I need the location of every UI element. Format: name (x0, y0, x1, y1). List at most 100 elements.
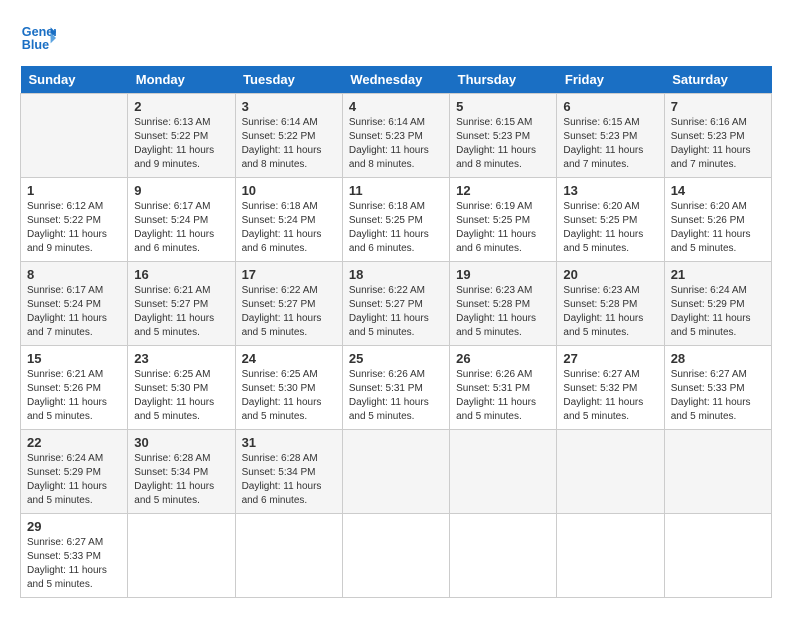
calendar-cell: 27 Sunrise: 6:27 AM Sunset: 5:32 PM Dayl… (557, 346, 664, 430)
day-number: 30 (134, 435, 228, 450)
calendar-cell (450, 430, 557, 514)
day-number: 19 (456, 267, 550, 282)
calendar-cell: 22 Sunrise: 6:24 AM Sunset: 5:29 PM Dayl… (21, 430, 128, 514)
day-info: Sunrise: 6:22 AM Sunset: 5:27 PM Dayligh… (349, 284, 443, 340)
calendar-cell: 3 Sunrise: 6:14 AM Sunset: 5:22 PM Dayli… (235, 94, 342, 178)
calendar-cell: 24 Sunrise: 6:25 AM Sunset: 5:30 PM Dayl… (235, 346, 342, 430)
day-number: 22 (27, 435, 121, 450)
calendar-cell (342, 430, 449, 514)
calendar-cell: 6 Sunrise: 6:15 AM Sunset: 5:23 PM Dayli… (557, 94, 664, 178)
day-number: 4 (349, 99, 443, 114)
day-info: Sunrise: 6:17 AM Sunset: 5:24 PM Dayligh… (134, 200, 228, 256)
day-number: 17 (242, 267, 336, 282)
calendar-cell: 11 Sunrise: 6:18 AM Sunset: 5:25 PM Dayl… (342, 178, 449, 262)
calendar-cell: 19 Sunrise: 6:23 AM Sunset: 5:28 PM Dayl… (450, 262, 557, 346)
day-info: Sunrise: 6:18 AM Sunset: 5:25 PM Dayligh… (349, 200, 443, 256)
calendar-week-row: 2 Sunrise: 6:13 AM Sunset: 5:22 PM Dayli… (21, 94, 772, 178)
logo: General Blue (20, 20, 60, 56)
calendar-cell: 26 Sunrise: 6:26 AM Sunset: 5:31 PM Dayl… (450, 346, 557, 430)
calendar-cell: 9 Sunrise: 6:17 AM Sunset: 5:24 PM Dayli… (128, 178, 235, 262)
calendar-cell: 4 Sunrise: 6:14 AM Sunset: 5:23 PM Dayli… (342, 94, 449, 178)
calendar-cell: 17 Sunrise: 6:22 AM Sunset: 5:27 PM Dayl… (235, 262, 342, 346)
calendar-week-row: 29 Sunrise: 6:27 AM Sunset: 5:33 PM Dayl… (21, 514, 772, 598)
calendar-cell (128, 514, 235, 598)
day-number: 23 (134, 351, 228, 366)
day-number: 24 (242, 351, 336, 366)
day-info: Sunrise: 6:27 AM Sunset: 5:32 PM Dayligh… (563, 368, 657, 424)
logo-icon: General Blue (20, 20, 56, 56)
day-info: Sunrise: 6:18 AM Sunset: 5:24 PM Dayligh… (242, 200, 336, 256)
day-number: 15 (27, 351, 121, 366)
day-number: 18 (349, 267, 443, 282)
day-info: Sunrise: 6:25 AM Sunset: 5:30 PM Dayligh… (134, 368, 228, 424)
day-info: Sunrise: 6:21 AM Sunset: 5:26 PM Dayligh… (27, 368, 121, 424)
page-header: General Blue (20, 20, 772, 56)
day-number: 10 (242, 183, 336, 198)
calendar-cell: 14 Sunrise: 6:20 AM Sunset: 5:26 PM Dayl… (664, 178, 771, 262)
day-number: 11 (349, 183, 443, 198)
header-monday: Monday (128, 66, 235, 94)
day-info: Sunrise: 6:23 AM Sunset: 5:28 PM Dayligh… (563, 284, 657, 340)
day-number: 20 (563, 267, 657, 282)
day-number: 29 (27, 519, 121, 534)
day-info: Sunrise: 6:16 AM Sunset: 5:23 PM Dayligh… (671, 116, 765, 172)
day-info: Sunrise: 6:28 AM Sunset: 5:34 PM Dayligh… (242, 452, 336, 508)
calendar-cell: 21 Sunrise: 6:24 AM Sunset: 5:29 PM Dayl… (664, 262, 771, 346)
calendar-cell: 5 Sunrise: 6:15 AM Sunset: 5:23 PM Dayli… (450, 94, 557, 178)
day-info: Sunrise: 6:12 AM Sunset: 5:22 PM Dayligh… (27, 200, 121, 256)
header-friday: Friday (557, 66, 664, 94)
header-sunday: Sunday (21, 66, 128, 94)
day-number: 13 (563, 183, 657, 198)
calendar-cell: 31 Sunrise: 6:28 AM Sunset: 5:34 PM Dayl… (235, 430, 342, 514)
day-info: Sunrise: 6:21 AM Sunset: 5:27 PM Dayligh… (134, 284, 228, 340)
day-info: Sunrise: 6:14 AM Sunset: 5:23 PM Dayligh… (349, 116, 443, 172)
day-info: Sunrise: 6:15 AM Sunset: 5:23 PM Dayligh… (563, 116, 657, 172)
day-info: Sunrise: 6:22 AM Sunset: 5:27 PM Dayligh… (242, 284, 336, 340)
calendar-cell (557, 514, 664, 598)
calendar-cell: 23 Sunrise: 6:25 AM Sunset: 5:30 PM Dayl… (128, 346, 235, 430)
day-info: Sunrise: 6:24 AM Sunset: 5:29 PM Dayligh… (27, 452, 121, 508)
calendar-cell: 1 Sunrise: 6:12 AM Sunset: 5:22 PM Dayli… (21, 178, 128, 262)
calendar-week-row: 8 Sunrise: 6:17 AM Sunset: 5:24 PM Dayli… (21, 262, 772, 346)
day-info: Sunrise: 6:27 AM Sunset: 5:33 PM Dayligh… (671, 368, 765, 424)
day-info: Sunrise: 6:17 AM Sunset: 5:24 PM Dayligh… (27, 284, 121, 340)
calendar-cell (21, 94, 128, 178)
day-number: 3 (242, 99, 336, 114)
day-number: 31 (242, 435, 336, 450)
day-info: Sunrise: 6:25 AM Sunset: 5:30 PM Dayligh… (242, 368, 336, 424)
calendar-cell (557, 430, 664, 514)
day-number: 1 (27, 183, 121, 198)
day-number: 6 (563, 99, 657, 114)
calendar-cell (664, 430, 771, 514)
day-number: 7 (671, 99, 765, 114)
day-info: Sunrise: 6:24 AM Sunset: 5:29 PM Dayligh… (671, 284, 765, 340)
day-number: 16 (134, 267, 228, 282)
day-number: 5 (456, 99, 550, 114)
calendar-week-row: 1 Sunrise: 6:12 AM Sunset: 5:22 PM Dayli… (21, 178, 772, 262)
day-number: 8 (27, 267, 121, 282)
calendar-cell: 28 Sunrise: 6:27 AM Sunset: 5:33 PM Dayl… (664, 346, 771, 430)
day-number: 12 (456, 183, 550, 198)
day-number: 28 (671, 351, 765, 366)
day-info: Sunrise: 6:14 AM Sunset: 5:22 PM Dayligh… (242, 116, 336, 172)
day-info: Sunrise: 6:26 AM Sunset: 5:31 PM Dayligh… (349, 368, 443, 424)
calendar-week-row: 22 Sunrise: 6:24 AM Sunset: 5:29 PM Dayl… (21, 430, 772, 514)
header-wednesday: Wednesday (342, 66, 449, 94)
day-number: 9 (134, 183, 228, 198)
day-info: Sunrise: 6:19 AM Sunset: 5:25 PM Dayligh… (456, 200, 550, 256)
day-number: 25 (349, 351, 443, 366)
calendar-cell: 13 Sunrise: 6:20 AM Sunset: 5:25 PM Dayl… (557, 178, 664, 262)
day-info: Sunrise: 6:20 AM Sunset: 5:26 PM Dayligh… (671, 200, 765, 256)
calendar-cell (664, 514, 771, 598)
calendar-cell: 16 Sunrise: 6:21 AM Sunset: 5:27 PM Dayl… (128, 262, 235, 346)
calendar-cell (342, 514, 449, 598)
day-info: Sunrise: 6:13 AM Sunset: 5:22 PM Dayligh… (134, 116, 228, 172)
calendar-cell: 12 Sunrise: 6:19 AM Sunset: 5:25 PM Dayl… (450, 178, 557, 262)
day-number: 21 (671, 267, 765, 282)
day-info: Sunrise: 6:20 AM Sunset: 5:25 PM Dayligh… (563, 200, 657, 256)
calendar-cell (235, 514, 342, 598)
calendar-cell: 25 Sunrise: 6:26 AM Sunset: 5:31 PM Dayl… (342, 346, 449, 430)
header-saturday: Saturday (664, 66, 771, 94)
calendar-table: SundayMondayTuesdayWednesdayThursdayFrid… (20, 66, 772, 598)
day-info: Sunrise: 6:26 AM Sunset: 5:31 PM Dayligh… (456, 368, 550, 424)
